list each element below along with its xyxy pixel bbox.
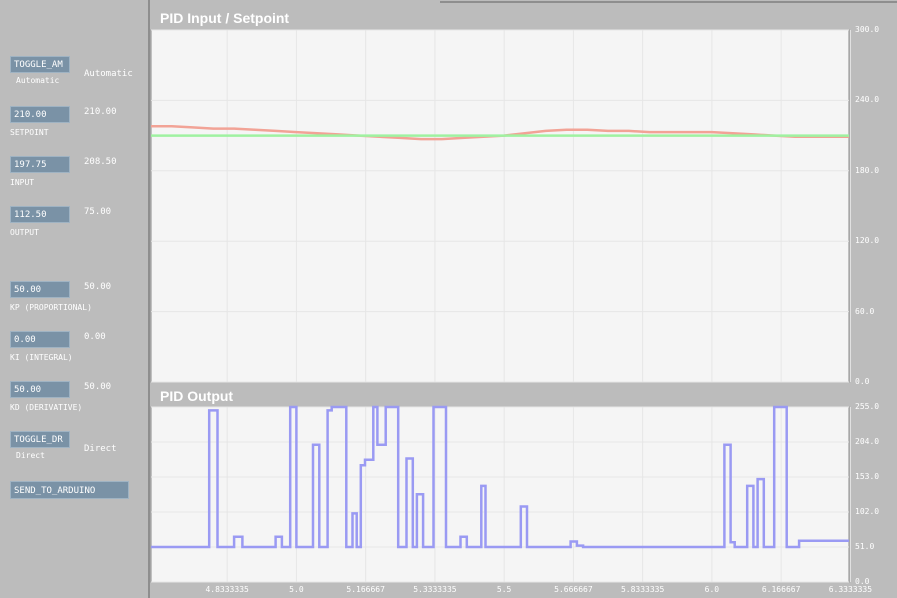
x-tick-label: 6.166667 [761, 585, 801, 594]
x-tick-label: 5.3333335 [413, 585, 457, 594]
x-tick-label: 5.5 [496, 585, 512, 594]
x-tick-label: 5.166667 [346, 585, 385, 594]
pid-charts [150, 1, 897, 583]
y-tick-label: 240.0 [855, 95, 880, 105]
x-tick-label: 6.0 [704, 585, 720, 594]
y-tick-label: 204.0 [855, 437, 880, 446]
y-tick-label: 255.0 [855, 402, 880, 411]
y-tick-label: 0.0 [855, 377, 870, 386]
input-plot-area [150, 29, 850, 383]
x-tick-label: 5.0 [289, 585, 304, 594]
y-tick-label: 102.0 [855, 507, 880, 516]
y-tick-label: 60.0 [855, 306, 875, 316]
y-tick-label: 180.0 [855, 165, 880, 175]
output-plot-area [150, 406, 850, 583]
y-tick-label: 300.0 [855, 25, 880, 34]
y-tick-label: 51.0 [855, 542, 875, 551]
x-tick-label: 4.8333335 [205, 585, 249, 594]
x-tick-label: 5.8333335 [620, 585, 665, 594]
y-tick-label: 153.0 [855, 472, 880, 481]
y-tick-label: 120.0 [855, 236, 880, 246]
x-tick-label: 6.3333335 [828, 585, 873, 594]
x-tick-label: 5.666667 [554, 585, 593, 594]
